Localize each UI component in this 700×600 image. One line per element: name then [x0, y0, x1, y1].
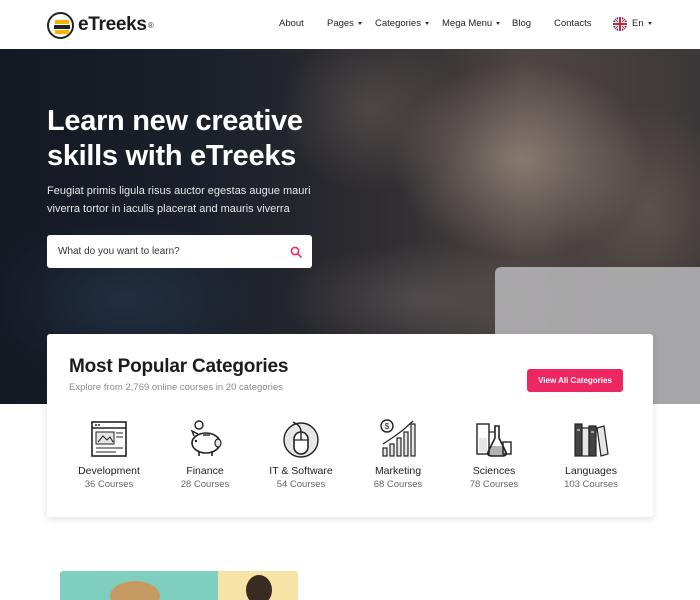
books-icon: [574, 423, 609, 457]
category-name: IT & Software: [269, 465, 333, 477]
category-count: 54 Courses: [276, 479, 326, 490]
svg-text:$: $: [385, 422, 390, 431]
chevron-down-icon: [424, 21, 429, 25]
nav-categories-label: Categories: [375, 18, 421, 29]
logo-books-icon: [47, 11, 74, 39]
piggy-bank-icon: [190, 420, 222, 456]
category-name: Finance: [186, 465, 224, 477]
view-all-categories-button[interactable]: View All Categories: [527, 369, 623, 392]
lab-flask-icon: [476, 423, 512, 457]
category-development[interactable]: Development 36 Courses: [64, 418, 154, 493]
nav-categories[interactable]: Categories: [375, 18, 429, 29]
hero-search-box: [47, 235, 312, 268]
featured-course-image[interactable]: [60, 571, 298, 600]
category-count: 103 Courses: [564, 479, 618, 490]
language-selector[interactable]: En: [632, 18, 652, 29]
category-name: Languages: [565, 465, 617, 477]
category-marketing[interactable]: $ Marketing 68 Courses: [353, 418, 443, 493]
category-sciences[interactable]: Sciences 78 Courses: [449, 418, 539, 493]
nav-pages-label: Pages: [327, 18, 354, 29]
registered-mark: ®: [147, 20, 154, 30]
search-input[interactable]: [58, 235, 278, 268]
nav-pages[interactable]: Pages: [327, 18, 362, 29]
nav-mega-menu-label: Mega Menu: [442, 18, 493, 29]
uk-flag-icon[interactable]: [613, 17, 627, 31]
brand-name: eTreeks: [78, 14, 147, 35]
category-count: 28 Courses: [180, 479, 230, 490]
search-icon[interactable]: [290, 245, 302, 258]
hero-subtitle: Feugiat primis ligula risus auctor egest…: [47, 185, 311, 215]
student-photo: [246, 575, 272, 600]
category-finance[interactable]: Finance 28 Courses: [160, 418, 250, 493]
chevron-down-icon: [496, 21, 501, 25]
growth-chart-icon: $: [380, 419, 416, 457]
category-languages[interactable]: Languages 103 Courses: [546, 418, 636, 493]
category-name: Sciences: [472, 465, 516, 477]
language-label: En: [632, 18, 644, 29]
chevron-down-icon: [647, 21, 652, 25]
categories-subtitle: Explore from 2,769 online courses in 20 …: [69, 382, 283, 393]
category-count: 68 Courses: [373, 479, 423, 490]
site-header: eTreeks ® About Pages Categories Mega Me…: [0, 0, 700, 49]
nav-mega-menu[interactable]: Mega Menu: [442, 18, 501, 29]
category-it-software[interactable]: IT & Software 54 Courses: [256, 418, 346, 493]
category-name: Development: [78, 465, 140, 477]
category-count: 78 Courses: [469, 479, 519, 490]
browser-window-icon: [91, 421, 127, 457]
chevron-down-icon: [357, 21, 362, 25]
nav-about[interactable]: About: [279, 18, 304, 29]
nav-contacts[interactable]: Contacts: [554, 18, 592, 29]
hero-title: Learn new creative skills with eTreeks: [47, 105, 303, 172]
category-count: 36 Courses: [84, 479, 134, 490]
brand-logo[interactable]: eTreeks ®: [47, 11, 154, 39]
category-name: Marketing: [374, 465, 422, 477]
categories-title: Most Popular Categories: [69, 356, 289, 377]
computer-mouse-icon: [283, 421, 319, 458]
nav-blog[interactable]: Blog: [512, 18, 531, 29]
